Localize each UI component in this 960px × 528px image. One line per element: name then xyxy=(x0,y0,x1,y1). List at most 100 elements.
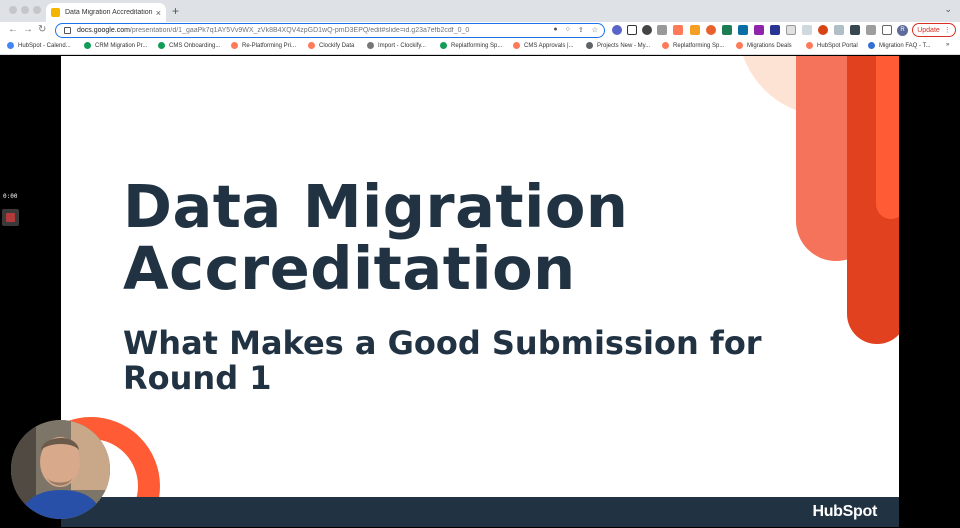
tab-search-button[interactable]: ⌄ xyxy=(944,4,952,15)
more-menu-icon: ⋮ xyxy=(943,27,951,34)
extension-icon[interactable] xyxy=(657,25,667,35)
extension-icon[interactable] xyxy=(612,25,622,35)
bookmark-star-icon[interactable]: ☆ xyxy=(592,26,598,34)
google-slides-icon xyxy=(51,8,60,17)
bookmark-label: Clockify Data xyxy=(319,42,355,49)
url-path: /presentation/d/1_gaaPk7q1AY5Vv9WX_zVk8B… xyxy=(129,27,470,34)
bookmark-favicon-icon xyxy=(586,42,593,49)
slide-footer: HubSpot xyxy=(61,497,899,527)
bookmark-favicon-icon xyxy=(231,42,238,49)
bookmark-favicon-icon xyxy=(513,42,520,49)
update-label: Update xyxy=(917,26,940,34)
slide-subtitle-line: Round 1 xyxy=(123,359,272,397)
bookmark-item[interactable]: CMS Onboarding... xyxy=(158,42,220,49)
bookmark-favicon-icon xyxy=(367,42,374,49)
side-panel-icon[interactable] xyxy=(882,25,892,35)
new-tab-button[interactable]: + xyxy=(172,4,179,18)
bookmark-label: Migrations Deals xyxy=(747,42,792,49)
bookmark-item[interactable]: Migration FAQ - T... xyxy=(868,42,931,49)
extension-icon[interactable] xyxy=(850,25,860,35)
bookmark-favicon-icon xyxy=(158,42,165,49)
extension-icon[interactable] xyxy=(802,25,812,35)
bookmark-item[interactable]: CRM Migration Pr... xyxy=(84,42,147,49)
slide-subtitle: What Makes a Good Submission for Round 1 xyxy=(123,326,762,396)
slide-title-line: Data Migration xyxy=(123,172,629,241)
zoom-icon[interactable]: ○ xyxy=(566,26,570,34)
webcam-bubble[interactable] xyxy=(11,420,110,519)
bookmark-label: Replatforming Sp... xyxy=(451,42,503,49)
address-bar-actions: ● ○ ⇪ ☆ xyxy=(553,26,598,34)
tab-active[interactable]: Data Migration Accreditation | × xyxy=(46,3,166,22)
extension-icon[interactable] xyxy=(770,25,780,35)
close-window-button[interactable] xyxy=(9,6,17,14)
profile-avatar[interactable]: R xyxy=(897,25,908,36)
bookmark-label: Re-Platforming Pri... xyxy=(242,42,297,49)
tab-title: Data Migration Accreditation | xyxy=(65,9,153,16)
browser-chrome: Data Migration Accreditation | × + ⌄ ← →… xyxy=(0,0,960,55)
microphone-icon[interactable]: ● xyxy=(553,26,557,34)
presentation-slide[interactable]: Data Migration Accreditation What Makes … xyxy=(61,56,899,527)
minimize-window-button[interactable] xyxy=(21,6,29,14)
extension-icon[interactable] xyxy=(738,25,748,35)
bookmark-favicon-icon xyxy=(662,42,669,49)
slide-subtitle-line: What Makes a Good Submission for xyxy=(123,324,762,362)
stop-recording-button[interactable] xyxy=(2,209,19,226)
decorative-shape xyxy=(876,56,899,219)
bookmarks-bar: HubSpot - Calend... CRM Migration Pr... CM… xyxy=(0,39,960,55)
extension-icon[interactable] xyxy=(818,25,828,35)
bookmark-label: HubSpot Portal xyxy=(817,42,858,49)
share-icon[interactable]: ⇪ xyxy=(578,26,584,34)
bookmark-item[interactable]: Replatforming Sp... xyxy=(662,42,724,49)
bookmark-item[interactable]: HubSpot Portal xyxy=(806,42,858,49)
bookmark-favicon-icon xyxy=(308,42,315,49)
extension-icon[interactable] xyxy=(722,25,732,35)
bookmark-label: CRM Migration Pr... xyxy=(95,42,148,49)
reload-button[interactable]: ↻ xyxy=(38,24,46,35)
bookmark-label: CMS Approvals |... xyxy=(524,42,574,49)
extension-icon[interactable] xyxy=(754,25,764,35)
tab-strip: Data Migration Accreditation | × + ⌄ xyxy=(0,0,960,22)
bookmark-favicon-icon xyxy=(736,42,743,49)
bookmark-label: Projects New - My... xyxy=(597,42,651,49)
extensions-puzzle-icon[interactable] xyxy=(866,25,876,35)
bookmark-label: Migration FAQ - T... xyxy=(879,42,931,49)
extension-icon[interactable] xyxy=(642,25,652,35)
bookmark-item[interactable]: Migrations Deals xyxy=(736,42,792,49)
browser-toolbar: ← → ↻ docs.google.com /presentation/d/1_… xyxy=(0,22,960,39)
bookmark-favicon-icon xyxy=(806,42,813,49)
slide-title: Data Migration Accreditation xyxy=(123,176,628,300)
bookmark-item[interactable]: Projects New - My... xyxy=(586,42,650,49)
bookmark-item[interactable]: Clockify Data xyxy=(308,42,354,49)
bookmark-item[interactable]: CMS Approvals |... xyxy=(513,42,574,49)
tab-close-icon[interactable]: × xyxy=(156,8,161,18)
address-bar[interactable]: docs.google.com /presentation/d/1_gaaPk7… xyxy=(55,23,605,38)
hubspot-extension-icon[interactable] xyxy=(673,25,683,35)
update-button[interactable]: Update ⋮ xyxy=(912,23,956,37)
extension-icon[interactable] xyxy=(690,25,700,35)
bookmark-label: HubSpot - Calend... xyxy=(18,42,71,49)
presenter-video xyxy=(11,420,110,519)
slide-title-line: Accreditation xyxy=(123,234,576,303)
bookmarks-overflow-button[interactable]: » xyxy=(946,42,949,48)
lock-icon xyxy=(64,27,71,34)
back-button[interactable]: ← xyxy=(8,24,18,35)
extension-icon[interactable] xyxy=(627,25,637,35)
url-host: docs.google.com xyxy=(77,27,130,34)
bookmark-label: CMS Onboarding... xyxy=(169,42,221,49)
extension-icon[interactable] xyxy=(786,25,796,35)
bookmark-favicon-icon xyxy=(7,42,14,49)
extension-icon[interactable] xyxy=(706,25,716,35)
bookmark-label: Replatforming Sp... xyxy=(673,42,725,49)
recording-timer: 0:00 xyxy=(3,193,18,200)
forward-button[interactable]: → xyxy=(23,24,33,35)
zoom-window-button[interactable] xyxy=(33,6,41,14)
extension-icon[interactable] xyxy=(834,25,844,35)
bookmark-favicon-icon xyxy=(440,42,447,49)
bookmark-item[interactable]: Re-Platforming Pri... xyxy=(231,42,296,49)
bookmark-item[interactable]: Import - Clockify... xyxy=(367,42,426,49)
hubspot-logo: HubSpot xyxy=(812,503,877,520)
bookmark-item[interactable]: HubSpot - Calend... xyxy=(7,42,71,49)
bookmark-item[interactable]: Replatforming Sp... xyxy=(440,42,502,49)
bookmark-label: Import - Clockify... xyxy=(378,42,426,49)
bookmark-favicon-icon xyxy=(84,42,91,49)
